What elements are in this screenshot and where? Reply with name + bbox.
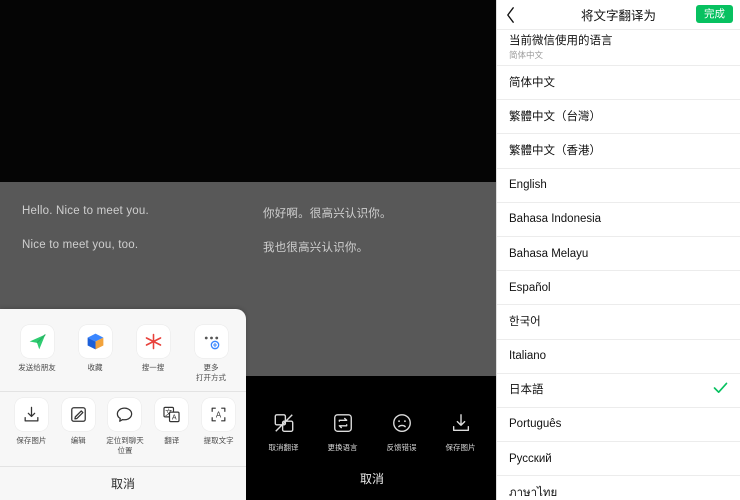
save-image-icon [14,398,48,431]
language-name: Português [509,418,562,431]
language-list[interactable]: 当前微信使用的语言 简体中文 简体中文 繁體中文（台灣） 繁體中文（香港） En… [497,30,740,500]
share-item-favorite[interactable]: 收藏 [66,325,124,373]
chevron-left-icon [506,6,514,23]
chat-line-1: Hello. Nice to meet you. [22,205,149,217]
share-item-extract-text[interactable]: A 提取文字 [195,398,242,446]
share-sheet-row-1: 发送给朋友 收藏 搜一搜 更多 打开方式 [0,319,246,391]
share-item-label: 提取文字 [203,436,234,445]
share-item-send-to-friend[interactable]: 发送给朋友 [8,325,66,373]
language-name: 简体中文 [509,76,555,89]
language-row[interactable]: Português [497,407,740,443]
language-name: Español [509,281,551,294]
cancel-translate-icon [271,410,297,436]
share-action-sheet: 发送给朋友 收藏 搜一搜 更多 打开方式 保存图片 编辑 定位到聊天 位置 文 … [0,309,246,500]
language-name: Bahasa Indonesia [509,213,602,226]
chat-line-4: 我也很高兴认识你。 [263,242,369,254]
chat-position-icon [108,398,142,431]
language-row-current[interactable]: 当前微信使用的语言 简体中文 [497,30,740,66]
chat-line-3: 你好啊。很高兴认识你。 [263,208,392,220]
language-name: Italiano [509,350,547,363]
report-error-icon [389,410,415,436]
language-name: Bahasa Melayu [509,247,589,260]
share-sheet-row-2: 保存图片 编辑 定位到聊天 位置 文 A 翻译 A 提取文字 [0,392,246,466]
action-cancel-translate[interactable]: 取消翻译 [259,410,309,453]
done-button[interactable]: 完成 [696,5,733,23]
language-row[interactable]: 繁體中文（台灣） [497,100,740,135]
share-item-label: 翻译 [164,436,180,445]
language-row[interactable]: Bahasa Melayu [497,236,740,272]
language-row[interactable]: English [497,168,740,203]
action-save-image[interactable]: 保存图片 [436,410,486,453]
more-open-icon [194,325,228,358]
back-button[interactable] [497,0,523,30]
edit-icon [61,398,95,431]
action-label: 保存图片 [445,443,476,452]
favorite-box-icon [78,325,112,358]
share-item-save-image[interactable]: 保存图片 [8,398,55,446]
language-row[interactable]: Italiano [497,339,740,374]
action-report-error[interactable]: 反馈错误 [377,410,427,453]
action-label: 取消翻译 [268,443,299,452]
share-item-label: 发送给朋友 [18,363,56,372]
language-name: 한국어 [509,315,541,328]
share-item-translate[interactable]: 文 A 翻译 [148,398,195,446]
language-row[interactable]: 简体中文 [497,66,740,101]
share-item-label: 定位到聊天 位置 [106,436,144,455]
language-name: 日本語 [509,384,544,397]
share-item-more-open-with[interactable]: 更多 打开方式 [182,325,240,383]
svg-text:A: A [216,411,222,420]
share-item-label: 搜一搜 [141,363,165,372]
action-change-language[interactable]: 更换语言 [318,410,368,453]
language-row[interactable]: 한국어 [497,305,740,340]
change-language-icon [330,410,356,436]
share-item-label: 编辑 [70,436,86,445]
language-name: 当前微信使用的语言 [509,35,613,47]
translate-cancel-button[interactable]: 取消 [248,470,496,487]
language-row[interactable]: ภาษาไทย [497,476,740,500]
left-pane-image-viewer: Hello. Nice to meet you. Nice to meet yo… [0,0,496,500]
extract-text-icon: A [202,398,236,431]
svg-text:A: A [172,414,177,422]
save-image-icon [448,410,474,436]
language-row-selected[interactable]: 日本語 [497,373,740,408]
action-label: 反馈错误 [386,443,417,452]
send-to-friend-icon [20,325,54,358]
share-moments-icon [136,325,170,358]
share-item-search[interactable]: 搜一搜 [124,325,182,373]
language-name: English [509,179,547,192]
screen: Hello. Nice to meet you. Nice to meet yo… [0,0,740,500]
translate-icon: 文 A [155,398,189,431]
checkmark-icon [713,381,728,399]
share-item-edit[interactable]: 编辑 [55,398,102,446]
language-name: Русский [509,452,552,465]
right-pane-language-picker: 将文字翻译为 完成 当前微信使用的语言 简体中文 简体中文 繁體中文（台灣） 繁… [496,0,740,500]
share-item-label: 保存图片 [16,436,47,445]
language-row[interactable]: 繁體中文（香港） [497,134,740,169]
photo-top-region [0,0,496,182]
share-item-locate-in-chat[interactable]: 定位到聊天 位置 [102,398,149,456]
language-row[interactable]: Bahasa Indonesia [497,202,740,237]
share-item-label: 收藏 [87,363,103,372]
language-row[interactable]: Русский [497,442,740,477]
action-label: 更换语言 [327,443,358,452]
language-name: 繁體中文（香港） [509,144,601,157]
share-item-label: 更多 打开方式 [196,363,226,382]
language-sub: 简体中文 [509,50,544,60]
language-row[interactable]: Español [497,271,740,306]
chat-line-2: Nice to meet you, too. [22,239,139,251]
language-picker-header: 将文字翻译为 完成 [497,0,740,30]
translate-action-row: 取消翻译 更换语言 反馈错误 保存图片 [248,410,496,453]
language-name: 繁體中文（台灣） [509,110,601,123]
share-sheet-cancel-button[interactable]: 取消 [0,466,246,500]
language-name: ภาษาไทย [509,486,558,499]
